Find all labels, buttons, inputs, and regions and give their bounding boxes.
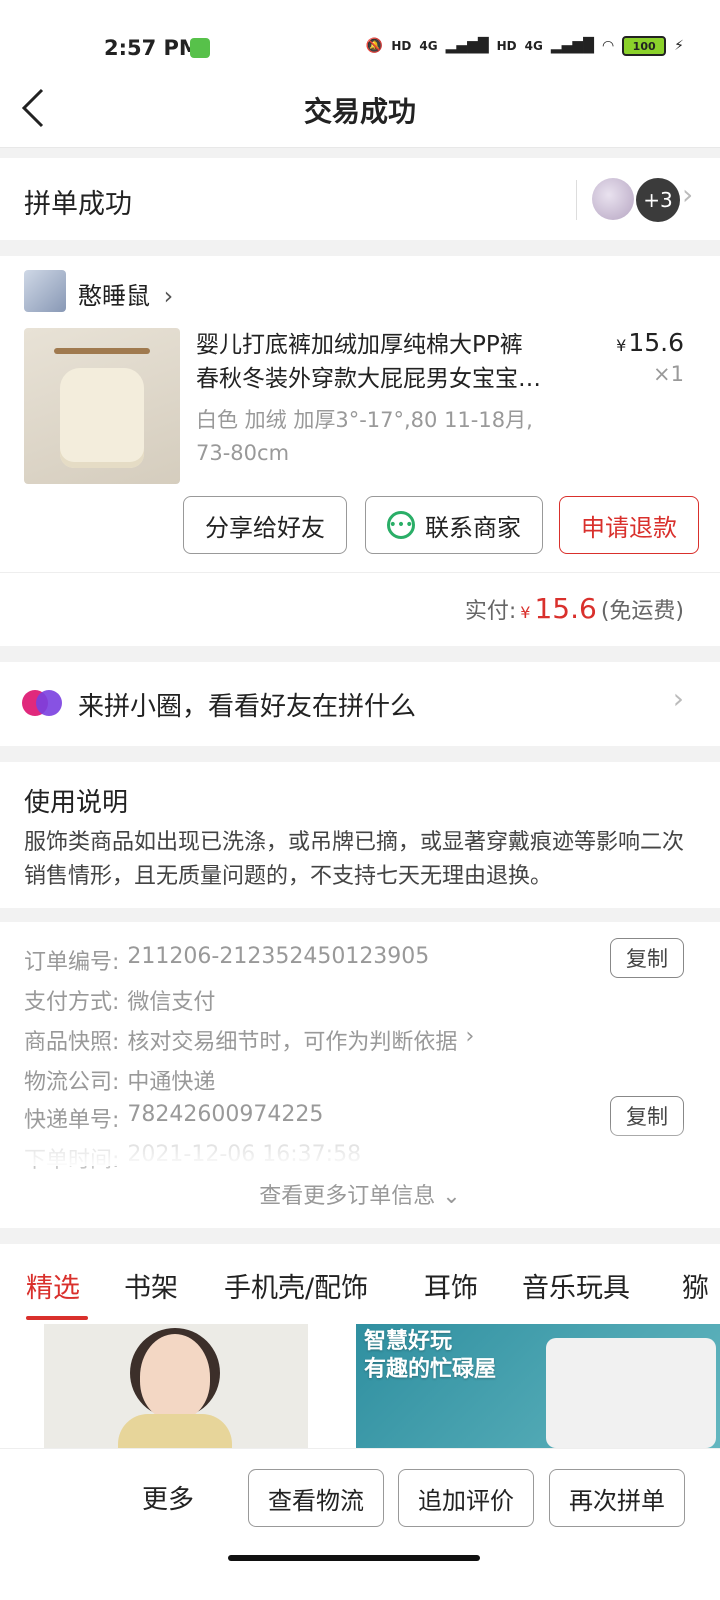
add-review-button[interactable]: 追加评价 (398, 1469, 534, 1527)
friends-circle-text: 来拼小圈，看看好友在拼什么 (78, 692, 417, 722)
logistics-label: 物流公司: (24, 1070, 120, 1095)
charging-icon: ⚡ (674, 38, 684, 54)
contact-seller-label: 联系商家 (425, 513, 521, 542)
chevron-right-icon: › (163, 282, 174, 310)
refund-button[interactable]: 申请退款 (559, 496, 699, 554)
product-spec-line1: 白色 加绒 加厚3°-17°,80 11-18月, (196, 408, 533, 432)
product-price: ¥15.6 (616, 328, 684, 357)
member-avatar (592, 178, 634, 220)
price-value: 15.6 (628, 328, 684, 357)
chevron-right-icon: › (682, 178, 694, 211)
tab-next[interactable]: 猕 (682, 1266, 709, 1305)
chat-icon: ••• (387, 511, 415, 539)
tab-music-toys[interactable]: 音乐玩具 (522, 1266, 630, 1305)
network-label-2: 4G (524, 39, 543, 53)
banner-line2: 有趣的忙碌屋 (364, 1357, 497, 1382)
banner-text: 智慧好玩 有趣的忙碌屋 (364, 1328, 496, 1384)
logistics-value: 中通快递 (127, 1070, 216, 1095)
extra-members-badge: +3 (636, 178, 680, 222)
order-number-row: 订单编号: 211206-212352450123905 (24, 944, 429, 976)
shop-name-text: 憨睡鼠 (78, 282, 150, 310)
tab-bookshelf[interactable]: 书架 (124, 1266, 178, 1305)
mute-icon: 🔕 (365, 38, 384, 54)
reorder-button[interactable]: 再次拼单 (549, 1469, 685, 1527)
chevron-right-icon: › (465, 1024, 475, 1049)
page-title: 交易成功 (303, 95, 416, 128)
home-indicator (228, 1555, 480, 1561)
wifi-icon: ◠ (601, 38, 615, 54)
battery-icon: 100 (622, 36, 667, 56)
product-quantity: ×1 (653, 362, 684, 386)
feed-item-image[interactable]: 智慧好玩 有趣的忙碌屋 (356, 1324, 720, 1448)
bottom-action-bar: 更多 查看物流 追加评价 再次拼单 (0, 1448, 720, 1600)
price-symbol: ¥ (616, 336, 627, 355)
group-success-label: 拼单成功 (24, 189, 132, 220)
view-logistics-button[interactable]: 查看物流 (248, 1469, 384, 1527)
active-tab-indicator (26, 1316, 88, 1320)
shipping-note: (免运费) (600, 599, 684, 624)
signal-icon: ▂▄▆█ (445, 38, 489, 54)
divider (576, 180, 577, 220)
product-image[interactable] (24, 328, 180, 484)
tab-featured[interactable]: 精选 (26, 1266, 80, 1305)
toy-image (546, 1338, 716, 1448)
contact-seller-button[interactable]: ••• 联系商家 (365, 496, 543, 554)
order-info: 订单编号: 211206-212352450123905 复制 支付方式: 微信… (0, 922, 720, 1228)
category-tabs: 精选 书架 手机壳/配饰 耳饰 音乐玩具 猕 (0, 1244, 720, 1322)
logistics-row: 物流公司: 中通快递 (24, 1064, 215, 1096)
app-notification-icon (190, 38, 210, 58)
paid-symbol: ¥ (520, 603, 531, 622)
copy-order-number-button[interactable]: 复制 (610, 938, 684, 978)
product-spec: 白色 加绒 加厚3°-17°,80 11-18月, 73-80cm (196, 404, 596, 470)
view-more-order-info[interactable]: 查看更多订单信息 ⌄ (0, 1178, 720, 1210)
chevron-right-icon: › (672, 682, 684, 715)
nav-bar: 交易成功 (0, 70, 720, 148)
status-icons: 🔕 HD 4G ▂▄▆█ HD 4G ▂▄▆█ ◠ 100 ⚡ (366, 36, 684, 56)
hd-icon-2: HD (496, 39, 517, 53)
circle-logo-icon (22, 688, 62, 718)
order-number-label: 订单编号: (24, 950, 120, 975)
recommendation-feed: 智慧好玩 有趣的忙碌屋 (0, 1322, 720, 1448)
order-product-card: 憨睡鼠 › 婴儿打底裤加绒加厚纯棉大PP裤 春秋冬装外穿款大屁屁男女宝宝… ¥1… (0, 256, 720, 646)
product-title-line2: 春秋冬装外穿款大屁屁男女宝宝… (196, 366, 541, 392)
status-time: 2:57 PM (104, 36, 200, 60)
feed-item-image[interactable] (44, 1324, 308, 1448)
share-button[interactable]: 分享给好友 (183, 496, 347, 554)
tab-earrings[interactable]: 耳饰 (424, 1266, 478, 1305)
instructions-title: 使用说明 (24, 788, 129, 818)
payment-method-label: 支付方式: (24, 990, 120, 1015)
paid-value: 15.6 (534, 592, 597, 625)
snapshot-value: 核对交易细节时，可作为判断依据 (127, 1030, 458, 1055)
payment-method-row: 支付方式: 微信支付 (24, 984, 215, 1016)
product-title-line1: 婴儿打底裤加绒加厚纯棉大PP裤 (196, 332, 523, 358)
usage-instructions: 使用说明 服饰类商品如出现已洗涤，或吊牌已摘，或显著穿戴痕迹等影响二次销售情形，… (0, 762, 720, 908)
product-spec-line2: 73-80cm (196, 441, 290, 465)
shop-avatar[interactable] (24, 270, 66, 312)
paid-label: 实付: (464, 599, 517, 624)
friends-circle-banner[interactable]: 来拼小圈，看看好友在拼什么 › (0, 662, 720, 746)
more-button[interactable]: 更多 (142, 1479, 194, 1516)
chevron-down-icon: ⌄ (442, 1184, 461, 1209)
snapshot-label: 商品快照: (24, 1030, 120, 1055)
snapshot-row[interactable]: 商品快照: 核对交易细节时，可作为判断依据 › (24, 1024, 474, 1056)
banner-line1: 智慧好玩 (364, 1329, 453, 1354)
group-success-row[interactable]: 拼单成功 +3 › (0, 158, 720, 240)
shop-name[interactable]: 憨睡鼠 › (78, 276, 173, 311)
hd-icon: HD (391, 39, 412, 53)
instructions-body: 服饰类商品如出现已洗涤，或吊牌已摘，或显著穿戴痕迹等影响二次销售情形，且无质量问… (24, 830, 685, 889)
network-label: 4G (419, 39, 438, 53)
view-more-label: 查看更多订单信息 (259, 1184, 436, 1209)
fade-overlay (0, 1122, 720, 1166)
signal-icon-2: ▂▄▆█ (550, 38, 594, 54)
tab-phone-cases[interactable]: 手机壳/配饰 (224, 1266, 368, 1305)
payment-method-value: 微信支付 (127, 990, 216, 1015)
product-title[interactable]: 婴儿打底裤加绒加厚纯棉大PP裤 春秋冬装外穿款大屁屁男女宝宝… (196, 328, 606, 396)
order-number-value: 211206-212352450123905 (127, 944, 430, 969)
divider (0, 572, 720, 573)
paid-amount: 实付: ¥ 15.6 (免运费) (465, 592, 684, 625)
